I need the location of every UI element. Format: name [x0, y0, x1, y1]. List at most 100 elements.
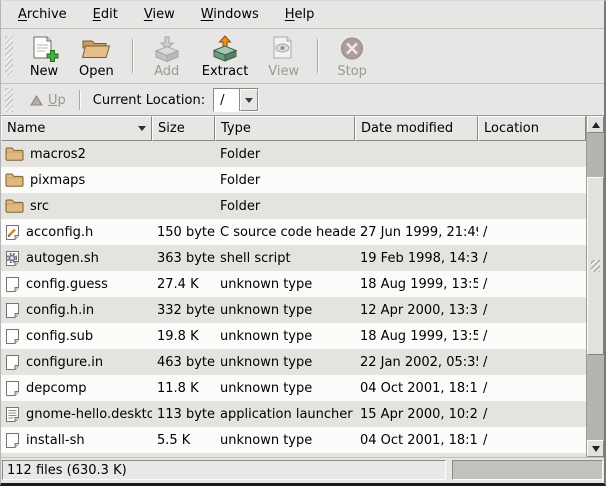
- file-row-acconfig.h[interactable]: acconfig.h150 bytesC source code header2…: [1, 219, 586, 245]
- new-button[interactable]: New: [21, 32, 67, 81]
- file-type: unknown type: [215, 271, 355, 297]
- file-size: 463 bytes: [152, 349, 215, 375]
- file-name: config.guess: [26, 277, 108, 292]
- view-button[interactable]: View: [260, 32, 307, 81]
- column-header-name[interactable]: Name: [1, 116, 152, 141]
- stop-button[interactable]: Stop: [329, 32, 375, 81]
- add-button[interactable]: Add: [144, 32, 190, 81]
- file-row-config.guess[interactable]: config.guess 27.4 Kunknown type18 Aug 199…: [1, 271, 586, 297]
- menu-item-help[interactable]: Help: [274, 4, 326, 25]
- file-name: src: [30, 199, 49, 214]
- file-size: 332 bytes: [152, 297, 215, 323]
- file-name: pixmaps: [30, 173, 85, 188]
- scroll-up-button[interactable]: [587, 116, 604, 133]
- file-location: /: [478, 323, 586, 349]
- document-icon: [5, 328, 20, 345]
- location-value[interactable]: /: [214, 89, 240, 111]
- open-button[interactable]: Open: [71, 32, 122, 81]
- folder-icon: [5, 172, 24, 188]
- menu-item-view[interactable]: View: [133, 4, 186, 25]
- scrollbar-track[interactable]: [587, 133, 604, 440]
- file-size: 5.5 K: [152, 427, 215, 453]
- scrollbar-thumb[interactable]: [587, 177, 604, 355]
- file-location: [478, 193, 586, 219]
- menu-bar: ArchiveEditViewWindowsHelp: [1, 1, 604, 29]
- document-icon: [5, 354, 20, 371]
- scroll-up-icon: [592, 122, 600, 128]
- c-header-icon: [5, 224, 20, 241]
- file-row-pixmaps[interactable]: pixmaps Folder: [1, 167, 586, 193]
- file-name: depcomp: [26, 381, 87, 396]
- file-date-modified: 15 Apr 2000, 10:21: [355, 401, 478, 427]
- file-date-modified: 18 Aug 1999, 13:53: [355, 323, 478, 349]
- file-type: unknown type: [215, 427, 355, 453]
- file-location: /: [478, 219, 586, 245]
- vertical-scrollbar: [586, 116, 604, 457]
- file-type: Folder: [215, 141, 355, 167]
- file-location: [478, 167, 586, 193]
- current-location-label: Current Location:: [93, 93, 205, 108]
- file-row-macros2[interactable]: macros2Folder: [1, 141, 586, 167]
- location-combobox: /: [213, 88, 259, 112]
- toolbar-button-label: Open: [79, 64, 114, 79]
- file-row-install-sh[interactable]: install-sh5.5 Kunknown type04 Oct 2001, …: [1, 427, 586, 453]
- column-header-type[interactable]: Type: [215, 116, 355, 141]
- file-type: Folder: [215, 167, 355, 193]
- column-header-size[interactable]: Size: [152, 116, 215, 141]
- file-size: 19.8 K: [152, 323, 215, 349]
- file-list: macros2FolderpixmapsFoldersrcFolderaccon…: [1, 141, 586, 457]
- file-row-configure.in[interactable]: configure.in463 bytesunknown type22 Jan …: [1, 349, 586, 375]
- file-location: /: [478, 427, 586, 453]
- file-type: unknown type: [215, 349, 355, 375]
- file-date-modified: 22 Jan 2002, 05:35: [355, 349, 478, 375]
- column-header-label: Type: [221, 121, 251, 136]
- folder-icon: [5, 146, 24, 162]
- toolbar-separator: [317, 39, 319, 73]
- up-button[interactable]: Up: [23, 90, 73, 111]
- file-row-gnome-hello.desktop[interactable]: gnome-hello.desktop113 bytesapplication …: [1, 401, 586, 427]
- file-name: gnome-hello.desktop: [26, 407, 152, 422]
- file-row-config.h.in[interactable]: config.h.in332 bytesunknown type12 Apr 2…: [1, 297, 586, 323]
- file-size: [152, 193, 215, 219]
- file-date-modified: 04 Oct 2001, 18:12: [355, 375, 478, 401]
- file-date-modified: 27 Jun 1999, 21:49: [355, 219, 478, 245]
- add-files-icon: [152, 35, 182, 63]
- toolbar-button-label: Stop: [337, 64, 367, 79]
- column-header-label: Size: [158, 121, 185, 136]
- file-row-src[interactable]: srcFolder: [1, 193, 586, 219]
- file-size: 150 bytes: [152, 219, 215, 245]
- toolbar-button-label: Extract: [202, 64, 249, 79]
- toolbar-drag-handle[interactable]: [5, 36, 13, 76]
- file-size: 113 bytes: [152, 401, 215, 427]
- toolbar: New Open Add Extract View Stop: [1, 29, 604, 83]
- document-icon: [5, 276, 20, 293]
- file-row-depcomp[interactable]: depcomp11.8 Kunknown type04 Oct 2001, 18…: [1, 375, 586, 401]
- column-header-date-modified[interactable]: Date modified: [355, 116, 478, 141]
- file-row-config.sub[interactable]: config.sub19.8 Kunknown type18 Aug 1999,…: [1, 323, 586, 349]
- extract-button[interactable]: Extract: [194, 32, 257, 81]
- file-row-autogen.sh[interactable]: autogen.sh363 bytesshell script19 Feb 19…: [1, 245, 586, 271]
- sort-descending-icon: [138, 126, 146, 131]
- location-dropdown-button[interactable]: [240, 89, 258, 111]
- up-arrow-icon: [30, 95, 43, 106]
- file-date-modified: 04 Oct 2001, 18:12: [355, 427, 478, 453]
- file-size: [152, 167, 215, 193]
- open-archive-icon: [80, 35, 112, 63]
- column-header-location[interactable]: Location: [478, 116, 586, 141]
- status-message-frame: 112 files (630.3 K): [2, 460, 446, 480]
- file-location: /: [478, 245, 586, 271]
- menu-item-archive[interactable]: Archive: [7, 4, 78, 25]
- scroll-down-button[interactable]: [587, 440, 604, 457]
- file-name: acconfig.h: [26, 225, 93, 240]
- extract-icon: [210, 35, 240, 63]
- document-icon: [5, 432, 20, 449]
- file-size: 27.4 K: [152, 271, 215, 297]
- up-button-label: Up: [48, 93, 66, 108]
- menu-item-windows[interactable]: Windows: [190, 4, 270, 25]
- file-date-modified: 18 Aug 1999, 13:53: [355, 271, 478, 297]
- menu-item-edit[interactable]: Edit: [82, 4, 129, 25]
- document-icon: [5, 380, 20, 397]
- archive-manager-window: ArchiveEditViewWindowsHelp NewOpenAddExt…: [0, 0, 606, 486]
- location-bar-drag-handle[interactable]: [5, 88, 13, 112]
- scroll-down-icon: [592, 446, 600, 452]
